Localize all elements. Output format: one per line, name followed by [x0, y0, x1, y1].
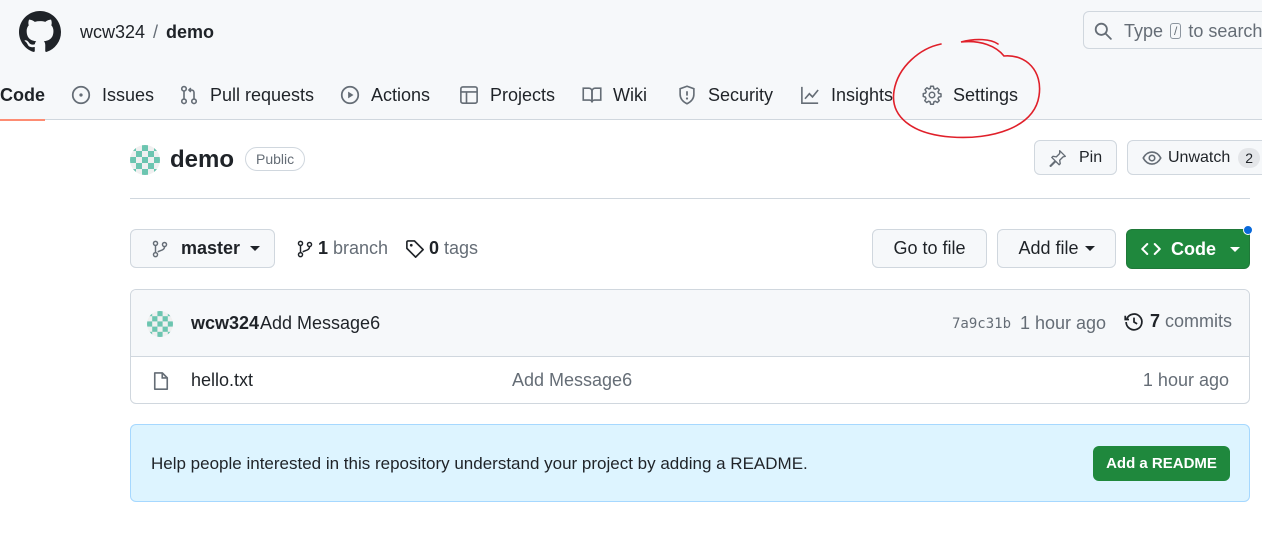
- search-placeholder-before: Type: [1124, 21, 1164, 41]
- add-file-button[interactable]: Add file: [997, 229, 1116, 268]
- annotation-circle: [892, 38, 1041, 139]
- file-commit-message-link[interactable]: Add Message6: [512, 370, 632, 391]
- chevron-down-icon: [1084, 246, 1095, 251]
- table-icon: [460, 86, 478, 104]
- commit-history-link[interactable]: 7 commits: [1124, 311, 1232, 332]
- tab-wiki[interactable]: Wiki: [582, 70, 647, 120]
- file-list: wcw324 Add Message6 7a9c31b 1 hour ago 7…: [130, 289, 1250, 404]
- repo-link[interactable]: demo: [166, 22, 214, 42]
- tag-word: tags: [444, 238, 479, 258]
- search-input[interactable]: Type / to search: [1083, 11, 1262, 49]
- file-row: hello.txt Add Message6 1 hour ago: [131, 357, 1249, 403]
- tab-pull-requests-label: Pull requests: [210, 84, 315, 105]
- readme-banner: Help people interested in this repositor…: [130, 424, 1250, 502]
- add-file-label: Add file: [1018, 238, 1079, 258]
- current-branch-label: master: [181, 238, 241, 258]
- tags-link[interactable]: 0 tags: [405, 238, 478, 259]
- tab-pull-requests[interactable]: Pull requests: [179, 70, 314, 120]
- branches-link[interactable]: 1 branch: [296, 238, 388, 259]
- tab-security-label: Security: [708, 84, 774, 105]
- branch-count: 1: [318, 238, 329, 258]
- search-icon: [1094, 22, 1112, 40]
- book-icon: [582, 87, 602, 103]
- tag-count: 0: [429, 238, 440, 258]
- title-divider: [130, 198, 1250, 199]
- pin-button[interactable]: Pin: [1034, 140, 1117, 175]
- unwatch-label: Unwatch: [1168, 148, 1231, 166]
- tab-projects[interactable]: Projects: [459, 70, 555, 120]
- commit-message-link[interactable]: Add Message6: [260, 313, 380, 334]
- chevron-down-icon: [250, 246, 261, 251]
- owner-link[interactable]: wcw324: [80, 22, 145, 42]
- code-icon: [1141, 243, 1161, 255]
- readme-banner-text: Help people interested in this repositor…: [151, 454, 808, 473]
- commit-time: 1 hour ago: [1020, 313, 1107, 333]
- breadcrumb: wcw324 / demo: [80, 21, 214, 43]
- add-readme-button[interactable]: Add a README: [1093, 446, 1230, 481]
- commit-count: 7: [1150, 311, 1161, 331]
- history-icon: [1124, 312, 1143, 331]
- git-branch-icon: [297, 240, 313, 257]
- branch-word: branch: [333, 238, 389, 258]
- git-branch-icon: [152, 240, 168, 257]
- shield-icon: [679, 85, 695, 105]
- eye-icon: [1142, 150, 1162, 165]
- tab-security[interactable]: Security: [677, 70, 773, 120]
- breadcrumb-separator: /: [153, 22, 159, 42]
- tab-projects-label: Projects: [490, 84, 556, 105]
- tab-issues-label: Issues: [102, 84, 155, 105]
- code-button-label: Code: [1171, 238, 1216, 259]
- pin-label: Pin: [1079, 148, 1103, 166]
- tab-code-label: Code: [0, 84, 45, 105]
- tab-actions-label: Actions: [371, 84, 431, 105]
- issue-opened-icon: [71, 85, 91, 105]
- identicon-icon: [147, 311, 173, 337]
- chevron-down-icon: [1230, 246, 1240, 252]
- tab-issues[interactable]: Issues: [71, 70, 154, 120]
- repo-owner-avatar: [130, 145, 160, 175]
- go-to-file-button[interactable]: Go to file: [872, 229, 987, 268]
- graph-icon: [801, 86, 819, 104]
- tag-icon: [406, 239, 424, 258]
- code-dropdown-button[interactable]: Code: [1126, 229, 1250, 269]
- file-commit-time: 1 hour ago: [1142, 370, 1229, 390]
- latest-commit-row: wcw324 Add Message6 7a9c31b 1 hour ago 7…: [131, 290, 1249, 357]
- search-placeholder: Type / to search: [1124, 21, 1262, 42]
- commit-word: commits: [1165, 311, 1233, 331]
- notification-dot: [1243, 225, 1253, 235]
- tab-insights[interactable]: Insights: [800, 70, 893, 120]
- tab-insights-label: Insights: [831, 84, 894, 105]
- tab-code[interactable]: Code: [0, 70, 45, 121]
- commit-author-link[interactable]: wcw324: [191, 313, 259, 334]
- unwatch-button[interactable]: Unwatch 2: [1127, 140, 1262, 175]
- search-placeholder-after: to search: [1188, 21, 1262, 41]
- file-name-link[interactable]: hello.txt: [191, 370, 253, 391]
- git-pull-request-icon: [180, 85, 198, 105]
- pin-icon: [1049, 149, 1066, 167]
- visibility-badge: Public: [245, 147, 306, 171]
- repo-header: wcw324 / demo Type / to search Code Issues…: [0, 0, 1262, 121]
- identicon-icon: [130, 145, 160, 175]
- commit-sha-link[interactable]: 7a9c31b: [952, 316, 1011, 332]
- branch-select-button[interactable]: master: [130, 229, 275, 268]
- watchers-count: 2: [1238, 147, 1261, 168]
- commit-author-avatar[interactable]: [147, 311, 173, 337]
- file-icon: [153, 372, 169, 390]
- tab-wiki-label: Wiki: [613, 84, 647, 105]
- tab-actions[interactable]: Actions: [340, 70, 430, 120]
- search-shortcut-key: /: [1170, 23, 1182, 39]
- github-logo-icon[interactable]: [19, 11, 61, 53]
- repo-title[interactable]: demo: [170, 146, 234, 174]
- play-icon: [340, 85, 360, 105]
